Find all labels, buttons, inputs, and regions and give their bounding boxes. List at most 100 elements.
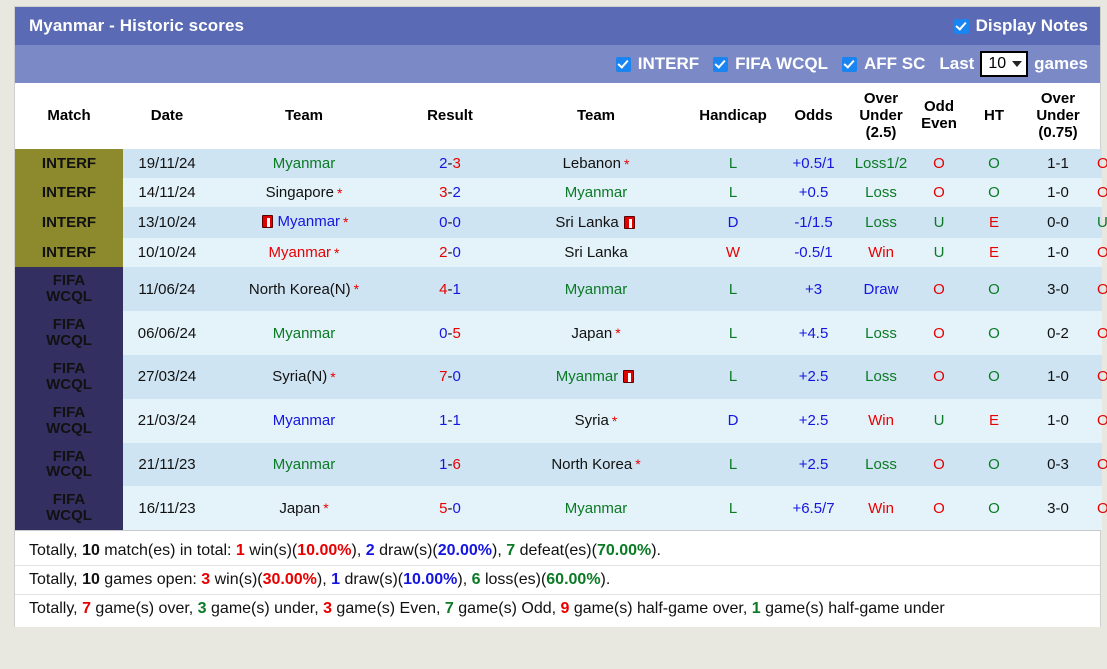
score-cell[interactable]: 2-0 [397, 238, 503, 268]
home-team-cell[interactable]: Myanmar [211, 311, 397, 355]
score-cell[interactable]: 0-5 [397, 311, 503, 355]
table-row[interactable]: FIFA WCQL 21/11/23 Myanmar 1-6 North Korea * L +… [15, 442, 1107, 487]
handicap-cell: +0.5 [777, 178, 850, 208]
home-team-cell[interactable]: Myanmar [211, 398, 397, 443]
table-row[interactable]: FIFA WCQL 16/11/23 Japan * 5-0 Myanmar L +6.5/7 W… [15, 486, 1107, 531]
home-team-cell[interactable]: Japan * [211, 486, 397, 531]
home-team-cell[interactable]: Syria(N) * [211, 354, 397, 399]
over-under-075-cell: O [1094, 267, 1107, 312]
games-count-select[interactable]: 10 [980, 51, 1029, 77]
home-team-cell[interactable]: Myanmar [211, 149, 397, 179]
col-header-match[interactable]: Match [15, 83, 123, 150]
over-under-075-cell-value: O [1097, 455, 1107, 473]
match-date-value: 11/06/24 [138, 280, 196, 298]
summary-token-3: 1 [235, 542, 245, 560]
over-under-075-cell: O [1094, 178, 1107, 208]
over-under-075-cell-value: O [1097, 184, 1107, 202]
odds-cell-value: Loss [865, 368, 897, 386]
summary-token-12: loss(es)( [480, 571, 547, 589]
away-team-cell[interactable]: Myanmar [503, 354, 689, 399]
competition-badge: FIFA WCQL [15, 486, 123, 531]
home-team-cell[interactable]: North Korea(N) * [211, 267, 397, 312]
table-row[interactable]: FIFA WCQL 21/03/24 Myanmar 1-1 Syria * D +2.5 Win… [15, 398, 1107, 443]
team-name: Singapore [265, 184, 334, 202]
ht-cell-value: 0-2 [1047, 324, 1069, 342]
score-cell[interactable]: 0-0 [397, 207, 503, 239]
col-header-date[interactable]: Date [123, 83, 211, 150]
handicap-cell: -0.5/1 [777, 238, 850, 268]
page-root: Myanmar - Historic scores Display Notes … [0, 0, 1107, 669]
away-team-cell[interactable]: Sri Lanka [503, 207, 689, 239]
col-header-away-team[interactable]: Team [503, 83, 689, 150]
filter-interf[interactable]: INTERF [615, 54, 699, 74]
away-team-cell[interactable]: Sri Lanka [503, 238, 689, 268]
match-date-value: 14/11/24 [138, 184, 196, 202]
summary-token-3: 3 [197, 600, 207, 618]
away-team-cell[interactable]: Syria * [503, 398, 689, 443]
away-score: 3 [452, 155, 461, 173]
table-row[interactable]: FIFA WCQL 11/06/24 North Korea(N) * 4-1 Myanma… [15, 267, 1107, 312]
odd-even-cell-value: O [988, 499, 1000, 517]
score-cell[interactable]: 1-1 [397, 398, 503, 443]
col-header-handicap[interactable]: Handicap [689, 83, 777, 150]
team-name: Myanmar [272, 412, 336, 430]
result-cell-value: L [728, 280, 738, 298]
table-row[interactable]: FIFA WCQL 06/06/24 Myanmar 0-5 Japan * L +4.5 Los… [15, 311, 1107, 355]
away-team-cell[interactable]: North Korea * [503, 442, 689, 487]
col-header-odds[interactable]: Odds [777, 83, 850, 150]
odd-even-cell-value: O [988, 280, 1000, 298]
summary-token-8: draw(s)( [340, 571, 404, 589]
table-body: INTERF 19/11/24 Myanmar 2-3 Lebanon * L +0.5/1 L… [15, 149, 1107, 531]
odd-even-cell-value: O [988, 324, 1000, 342]
handicap-cell: +2.5 [777, 442, 850, 487]
games-count-value: 10 [988, 54, 1007, 72]
ht-cell: 0-0 [1022, 207, 1094, 239]
odds-cell-value: Loss [865, 184, 897, 202]
score-cell[interactable]: 4-1 [397, 267, 503, 312]
display-notes-label: Display Notes [975, 16, 1088, 35]
col-header-home-team[interactable]: Team [211, 83, 397, 150]
home-team-cell[interactable]: Singapore * [211, 178, 397, 208]
table-row[interactable]: INTERF 13/10/24 Myanmar * 0-0 Sri Lanka D -1/1.… [15, 207, 1107, 239]
filter-aff-sc[interactable]: AFF SC [841, 54, 925, 74]
col-header-odd-even[interactable]: Odd Even [912, 83, 966, 150]
display-notes-toggle[interactable]: Display Notes [953, 16, 1088, 36]
home-team-cell[interactable]: Myanmar [211, 442, 397, 487]
table-row[interactable]: FIFA WCQL 27/03/24 Syria(N) * 7-0 Myanmar L +2.5… [15, 354, 1107, 399]
away-team-cell[interactable]: Myanmar [503, 178, 689, 208]
aff-sc-checkbox-icon[interactable] [841, 56, 857, 72]
odd-even-cell: O [966, 149, 1022, 179]
display-notes-checkbox-icon[interactable] [953, 18, 969, 34]
filter-fifa-wcql[interactable]: FIFA WCQL [713, 54, 828, 74]
home-score: 1 [439, 412, 448, 430]
result-cell: L [689, 311, 777, 355]
interf-checkbox-icon[interactable] [615, 56, 631, 72]
home-team-cell[interactable]: Myanmar * [211, 207, 397, 239]
away-team-cell[interactable]: Japan * [503, 311, 689, 355]
col-header-over-under-25[interactable]: Over Under (2.5) [850, 83, 912, 150]
ht-cell-value: 1-0 [1047, 412, 1069, 430]
col-header-over-under-075[interactable]: Over Under (0.75) [1022, 83, 1094, 150]
odds-cell-value: Loss [865, 214, 897, 232]
home-team-cell[interactable]: Myanmar * [211, 238, 397, 268]
summary-token-12: game(s) half-game under [760, 600, 945, 618]
away-team-cell[interactable]: Lebanon * [503, 149, 689, 179]
table-row[interactable]: INTERF 19/11/24 Myanmar 2-3 Lebanon * L +0.5/1 L… [15, 149, 1107, 179]
score-cell[interactable]: 1-6 [397, 442, 503, 487]
score-cell[interactable]: 5-0 [397, 486, 503, 531]
col-header-result[interactable]: Result [397, 83, 503, 150]
score-cell[interactable]: 7-0 [397, 354, 503, 399]
score-cell[interactable]: 2-3 [397, 149, 503, 179]
table-row[interactable]: INTERF 10/10/24 Myanmar * 2-0 Sri Lanka W -0.5/… [15, 238, 1107, 268]
score-cell[interactable]: 3-2 [397, 178, 503, 208]
fifa-wcql-checkbox-icon[interactable] [713, 56, 729, 72]
table-row[interactable]: INTERF 14/11/24 Singapore * 3-2 Myanmar L +0.5 L… [15, 178, 1107, 208]
col-header-ht[interactable]: HT [966, 83, 1022, 150]
over-under-25-cell: U [912, 207, 966, 239]
away-team-cell[interactable]: Myanmar [503, 486, 689, 531]
team-name: Myanmar [564, 499, 628, 517]
away-team-cell[interactable]: Myanmar [503, 267, 689, 312]
summary-token-0: Totally, [29, 571, 83, 589]
scores-panel: Myanmar - Historic scores Display Notes … [14, 6, 1107, 628]
over-under-25-cell-value: O [933, 184, 945, 202]
